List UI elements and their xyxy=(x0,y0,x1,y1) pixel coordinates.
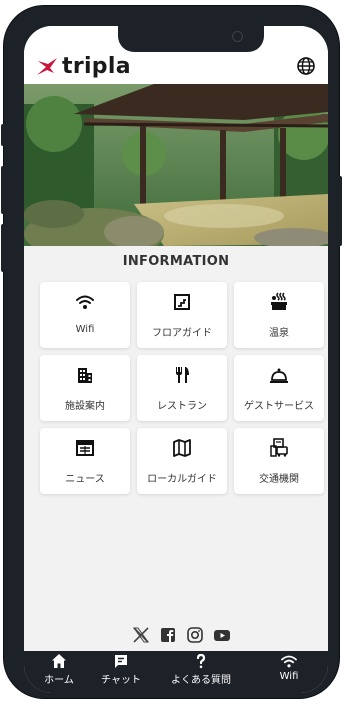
floor-guide-icon xyxy=(174,294,190,310)
tile-guest-service[interactable]: ゲストサービス xyxy=(234,355,324,421)
hot-spring-icon xyxy=(271,292,287,310)
home-icon xyxy=(52,654,66,668)
tile-label: ゲストサービス xyxy=(244,401,314,412)
social-links xyxy=(24,626,328,646)
bottom-navigation: ホーム チャット よくある質問 Wifi xyxy=(24,651,328,693)
side-button xyxy=(1,224,5,272)
side-button xyxy=(1,124,5,146)
side-button xyxy=(338,176,342,246)
nav-label: ホーム xyxy=(44,675,74,686)
screen: tripla INFORMATION Wifi フロアガイド 温泉 施設案内 レ… xyxy=(24,26,328,693)
nav-label: チャット xyxy=(101,675,141,686)
building-icon xyxy=(78,368,92,383)
hot-spring-photo xyxy=(24,84,328,246)
side-button xyxy=(1,166,5,214)
nav-faq[interactable]: よくある質問 xyxy=(166,653,236,686)
youtube-icon[interactable] xyxy=(213,626,231,644)
tile-news[interactable]: ニュース xyxy=(40,428,130,494)
instagram-icon[interactable] xyxy=(186,626,204,644)
map-icon xyxy=(173,439,191,457)
tile-local-guide[interactable]: ローカルガイド xyxy=(137,428,227,494)
tile-wifi[interactable]: Wifi xyxy=(40,282,130,348)
bird-logo-icon xyxy=(37,57,57,75)
brand-name: tripla xyxy=(62,54,131,79)
fork-knife-icon xyxy=(176,367,189,383)
facebook-icon[interactable] xyxy=(159,626,177,644)
wifi-icon xyxy=(76,295,94,309)
tile-label: 施設案内 xyxy=(65,401,105,412)
camera xyxy=(232,31,243,42)
tile-transport[interactable]: 交通機関 xyxy=(234,428,324,494)
chat-icon xyxy=(115,655,127,668)
wifi-icon xyxy=(281,655,297,668)
notch xyxy=(118,26,264,52)
nav-wifi[interactable]: Wifi xyxy=(262,653,316,682)
transport-icon xyxy=(270,438,288,457)
service-bell-icon xyxy=(270,368,288,383)
brand-logo[interactable]: tripla xyxy=(36,54,131,79)
tile-floor-guide[interactable]: フロアガイド xyxy=(137,282,227,348)
tile-label: Wifi xyxy=(75,324,95,335)
tile-label: 交通機関 xyxy=(259,474,299,485)
tile-restaurant[interactable]: レストラン xyxy=(137,355,227,421)
tile-hot-spring[interactable]: 温泉 xyxy=(234,282,324,348)
nav-label: よくある質問 xyxy=(171,675,231,686)
question-icon xyxy=(196,653,206,669)
tile-label: レストラン xyxy=(157,401,207,412)
section-title: INFORMATION xyxy=(122,254,230,269)
news-icon xyxy=(76,440,94,456)
tile-label: 温泉 xyxy=(269,328,289,339)
nav-label: Wifi xyxy=(279,671,299,682)
x-icon[interactable] xyxy=(132,626,150,644)
globe-icon[interactable] xyxy=(296,56,316,76)
nav-home[interactable]: ホーム xyxy=(24,653,94,686)
tile-facility[interactable]: 施設案内 xyxy=(40,355,130,421)
tile-label: ローカルガイド xyxy=(147,474,217,485)
phone-frame: tripla INFORMATION Wifi フロアガイド 温泉 施設案内 レ… xyxy=(1,6,342,698)
tile-label: フロアガイド xyxy=(152,328,212,339)
tile-label: ニュース xyxy=(65,474,105,485)
nav-chat[interactable]: チャット xyxy=(86,653,156,686)
